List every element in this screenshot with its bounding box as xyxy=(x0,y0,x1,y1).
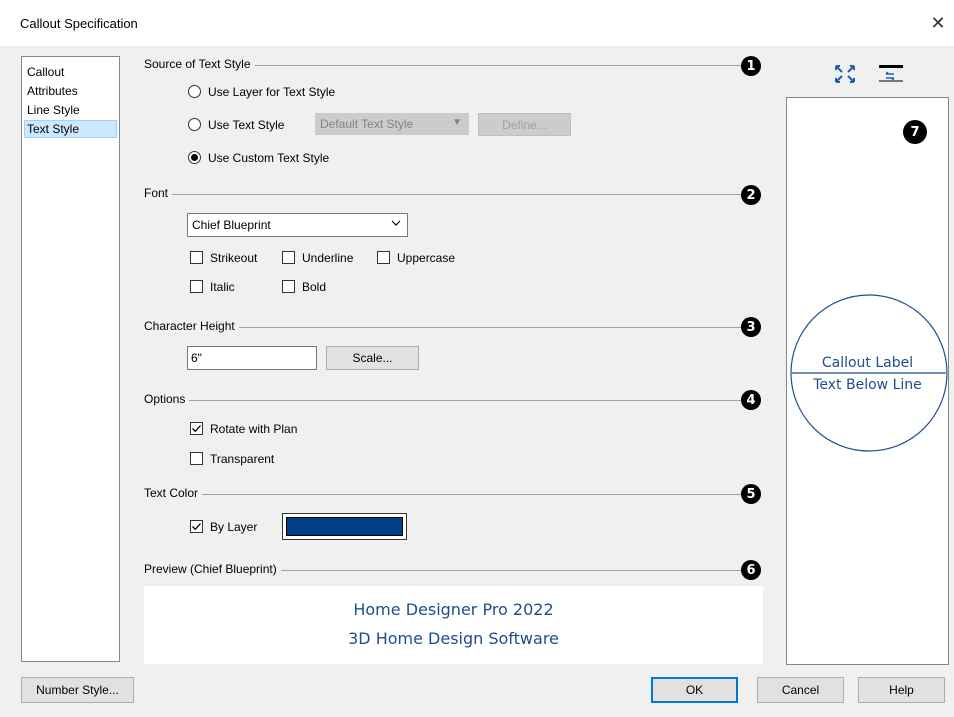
font-select[interactable]: Chief Blueprint xyxy=(187,213,408,237)
number-style-button[interactable]: Number Style... xyxy=(21,677,134,703)
close-icon[interactable]: ✕ xyxy=(924,9,952,37)
swap-icon[interactable] xyxy=(878,63,904,85)
text-color-header: Text Color xyxy=(144,486,203,500)
rotate-with-plan-checkbox[interactable] xyxy=(190,422,203,435)
fit-window-icon[interactable] xyxy=(833,63,857,85)
nav-item-attributes[interactable]: Attributes xyxy=(24,82,117,100)
callout-preview-panel: 7 Callout Label Text Below Line xyxy=(786,97,949,665)
uppercase-checkbox[interactable] xyxy=(377,251,390,264)
color-swatch xyxy=(286,517,403,536)
text-style-select[interactable]: Default Text Style ▼ xyxy=(315,113,469,135)
callout-badge-3: 3 xyxy=(741,317,761,337)
uppercase-label: Uppercase xyxy=(397,251,456,265)
callout-badge-2: 2 xyxy=(741,185,761,205)
italic-label: Italic xyxy=(210,280,235,294)
text-below-line: Text Below Line xyxy=(813,377,922,393)
chevron-down-icon xyxy=(391,218,401,231)
source-header: Source of Text Style xyxy=(144,57,255,71)
check-icon xyxy=(192,523,201,531)
strikeout-checkbox[interactable] xyxy=(190,251,203,264)
preview-line-2: 3D Home Design Software xyxy=(348,629,559,648)
strikeout-label: Strikeout xyxy=(210,251,258,265)
text-style-value: Default Text Style xyxy=(320,117,414,131)
callout-label-text: Callout Label xyxy=(821,355,914,371)
chevron-down-icon: ▼ xyxy=(452,117,462,128)
underline-label: Underline xyxy=(302,251,354,265)
callout-badge-7: 7 xyxy=(903,120,927,144)
font-value: Chief Blueprint xyxy=(192,218,271,232)
check-icon xyxy=(192,425,201,433)
scale-button[interactable]: Scale... xyxy=(326,346,419,370)
transparent-label: Transparent xyxy=(210,452,275,466)
char-height-header: Character Height xyxy=(144,319,239,333)
transparent-checkbox[interactable] xyxy=(190,452,203,465)
bold-label: Bold xyxy=(302,280,327,294)
title-bar xyxy=(0,0,954,46)
cancel-button[interactable]: Cancel xyxy=(757,677,844,703)
callout-badge-1: 1 xyxy=(741,56,761,76)
options-header: Options xyxy=(144,392,190,406)
char-height-input[interactable]: 6" xyxy=(187,346,317,370)
font-header: Font xyxy=(144,186,173,200)
nav-item-text-style[interactable]: Text Style xyxy=(24,120,117,138)
preview-header: Preview (Chief Blueprint) xyxy=(144,562,281,576)
preview-line-1: Home Designer Pro 2022 xyxy=(353,600,554,619)
help-button[interactable]: Help xyxy=(858,677,945,703)
callout-badge-4: 4 xyxy=(741,390,761,410)
nav-item-line-style[interactable]: Line Style xyxy=(24,101,117,119)
callout-badge-5: 5 xyxy=(741,484,761,504)
divider xyxy=(144,194,744,195)
callout-badge-6: 6 xyxy=(741,560,761,580)
divider xyxy=(144,400,744,401)
by-layer-checkbox[interactable] xyxy=(190,520,203,533)
italic-checkbox[interactable] xyxy=(190,280,203,293)
use-layer-label: Use Layer for Text Style xyxy=(208,85,336,99)
use-custom-radio[interactable] xyxy=(188,151,201,164)
window-title: Callout Specification xyxy=(20,16,138,31)
use-custom-label: Use Custom Text Style xyxy=(208,151,330,165)
text-preview: Home Designer Pro 2022 3D Home Design So… xyxy=(144,586,763,664)
ok-button[interactable]: OK xyxy=(651,677,738,703)
category-list: Callout Attributes Line Style Text Style xyxy=(21,56,120,662)
radio-selected-dot xyxy=(191,154,198,161)
bold-checkbox[interactable] xyxy=(282,280,295,293)
divider xyxy=(144,494,744,495)
define-button[interactable]: Define... xyxy=(478,113,571,136)
callout-circle-graphic xyxy=(790,294,948,452)
color-swatch-button[interactable] xyxy=(282,513,407,540)
use-text-style-radio[interactable] xyxy=(188,118,201,131)
use-text-style-label: Use Text Style xyxy=(208,118,285,132)
nav-item-callout[interactable]: Callout xyxy=(24,63,117,81)
underline-checkbox[interactable] xyxy=(282,251,295,264)
by-layer-label: By Layer xyxy=(210,520,258,534)
rotate-with-plan-label: Rotate with Plan xyxy=(210,422,298,436)
use-layer-radio[interactable] xyxy=(188,85,201,98)
